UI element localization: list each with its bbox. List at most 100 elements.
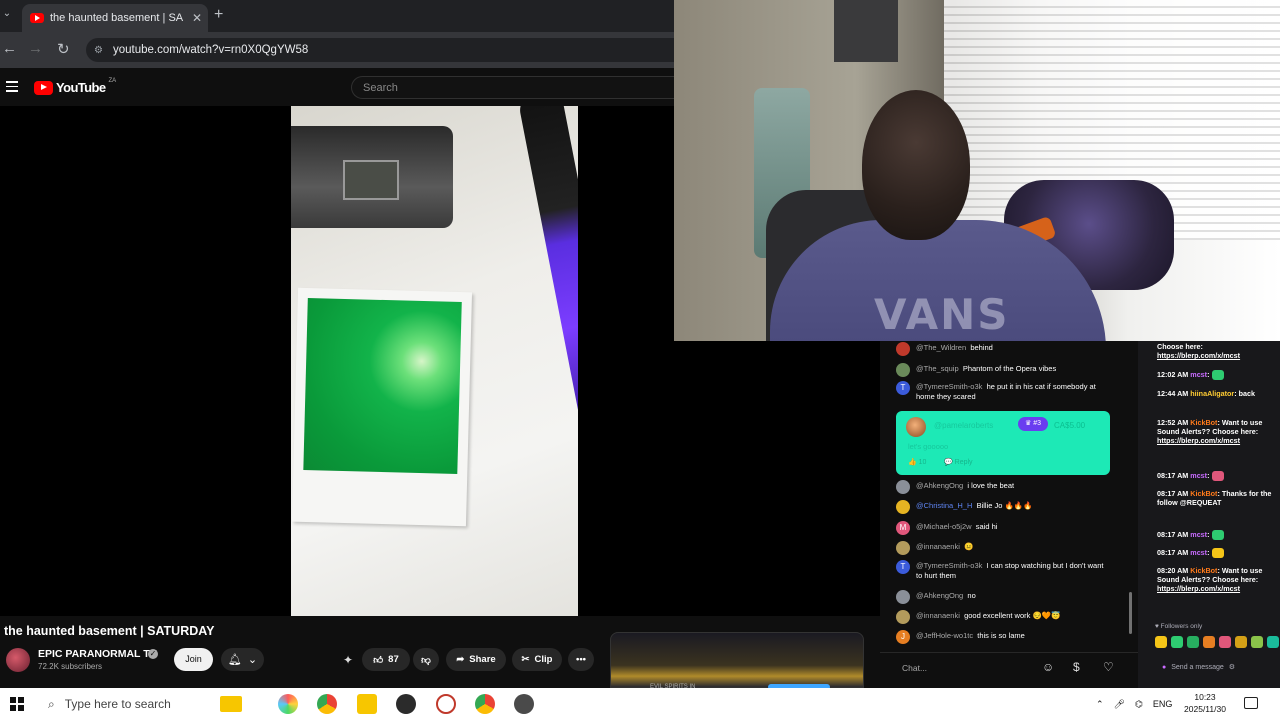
chat-author[interactable]: @innanaenki [916, 542, 960, 551]
chat-avatar[interactable]: T [896, 381, 910, 395]
chat-scrollbar[interactable] [1129, 592, 1132, 634]
chevron-up-icon[interactable]: ⌃ [1096, 699, 1104, 710]
stream-chat-input[interactable]: ● Send a message ⚙ [1162, 656, 1274, 678]
emote-icon [1212, 548, 1225, 559]
search-input[interactable]: Search [351, 76, 674, 99]
chat-author[interactable]: @AhkengOng [916, 481, 963, 490]
chrome-icon[interactable] [317, 694, 337, 714]
chat-avatar[interactable] [896, 500, 910, 514]
site-info-icon[interactable]: ⚙ [94, 45, 103, 56]
copilot-icon[interactable] [278, 694, 298, 714]
emoji-icon[interactable]: ☺ [1042, 660, 1054, 674]
app-icon[interactable] [436, 694, 456, 714]
youtube-logo[interactable]: YouTube ZA [34, 78, 116, 95]
chat-author[interactable]: @The_Wildren [916, 343, 966, 352]
notifications-button[interactable]: 🔔︎ ⌄ [221, 648, 264, 671]
suggested-video-thumbnail[interactable] [610, 632, 864, 688]
channel-avatar[interactable] [6, 648, 30, 672]
chat-message[interactable]: M @Michael-o5j2w said hi [896, 521, 1111, 535]
like-button[interactable]: 👍︎ 87 [362, 648, 410, 671]
app-icon-2[interactable] [514, 694, 534, 714]
chrome-active-icon[interactable] [475, 694, 495, 714]
dislike-button[interactable]: 👎︎ [413, 648, 439, 671]
youtube-favicon-icon [30, 13, 44, 23]
chat-message[interactable]: @AhkengOng i love the beat [896, 480, 1111, 494]
settings-icon[interactable]: ⚙ [1229, 663, 1235, 671]
super-chat-reply[interactable]: 💬 Reply [944, 458, 973, 466]
stream-username[interactable]: mcst [1190, 530, 1207, 539]
video-frame[interactable] [291, 106, 578, 616]
stream-username[interactable]: KickBot [1190, 418, 1217, 427]
chat-author[interactable]: @TymereSmith-o3k [916, 382, 982, 391]
chat-message[interactable]: @innanaenki good excellent work 😔🧡😇 [896, 610, 1111, 624]
chat-author[interactable]: @innanaenki [916, 611, 960, 620]
super-chat-icon[interactable]: $ [1073, 660, 1080, 674]
super-chat-card[interactable]: @pamelaroberts ♛ #3 CA$5.00 let's gooooo… [896, 411, 1110, 475]
chat-message[interactable]: @The_squip Phantom of the Opera vibes [896, 363, 1111, 377]
chat-author[interactable]: @Christina_H_H [916, 501, 972, 510]
chat-avatar[interactable]: J [896, 630, 910, 644]
file-explorer-icon[interactable] [357, 694, 377, 714]
blerp-link[interactable]: https://blerp.com/x/mcst [1157, 351, 1240, 360]
chat-avatar[interactable] [896, 480, 910, 494]
obs-icon[interactable] [396, 694, 416, 714]
hamburger-menu-icon[interactable] [6, 81, 18, 92]
new-tab-button[interactable]: + [214, 6, 223, 24]
chat-message[interactable]: J @JeffHole-wo1tc this is so lame [896, 630, 1111, 644]
channel-name[interactable]: EPIC PARANORMAL TV [38, 648, 157, 660]
stream-username[interactable]: KickBot [1190, 489, 1217, 498]
taskbar-search[interactable]: ⌕ Type here to search [48, 688, 308, 720]
chat-author[interactable]: @AhkengOng [916, 591, 963, 600]
chat-message[interactable]: @The_Wildren behind [896, 342, 1111, 356]
chat-author[interactable]: @JeffHole-wo1tc [916, 631, 973, 640]
stream-username[interactable]: hiinaAligator [1190, 389, 1234, 398]
stream-username[interactable]: mcst [1190, 471, 1207, 480]
back-button[interactable]: ← [2, 40, 17, 57]
ghost-icon[interactable]: ✦ [343, 653, 353, 667]
heart-icon[interactable]: ♡ [1103, 660, 1114, 674]
notifications-icon[interactable] [1244, 697, 1258, 709]
blerp-link[interactable]: https://blerp.com/x/mcst [1157, 436, 1240, 445]
stream-username[interactable]: mcst [1190, 370, 1207, 379]
chat-message[interactable]: @AhkengOng no [896, 590, 1111, 604]
clip-button[interactable]: ✂ Clip [512, 648, 562, 671]
windows-start-icon[interactable] [10, 697, 24, 711]
chat-message[interactable]: @innanaenki 😐 [896, 541, 1111, 555]
stream-username[interactable]: mcst [1190, 548, 1207, 557]
chat-avatar[interactable] [896, 541, 910, 555]
system-tray: ⌃ 🎤︎ ⌬ ENG [1096, 688, 1172, 720]
chat-avatar[interactable] [896, 342, 910, 356]
chat-author[interactable]: @TymereSmith-o3k [916, 561, 982, 570]
microphone-icon[interactable]: 🎤︎ [1114, 699, 1125, 710]
more-actions-button[interactable]: ••• [568, 648, 594, 671]
chat-avatar[interactable]: T [896, 560, 910, 574]
chat-avatar[interactable] [896, 363, 910, 377]
chat-avatar[interactable] [896, 590, 910, 604]
share-button[interactable]: ➦ Share [446, 648, 506, 671]
sparkle-icon[interactable] [220, 696, 242, 712]
stream-chat-line: 12:52 AM KickBot: Want to use Sound Aler… [1157, 418, 1275, 445]
emote-bar[interactable] [1155, 636, 1279, 648]
stream-chat-line: 12:02 AM mcst: [1157, 370, 1275, 381]
forward-button[interactable]: → [28, 40, 43, 57]
chat-avatar[interactable] [896, 610, 910, 624]
network-icon[interactable]: ⌬ [1135, 699, 1143, 710]
chat-message[interactable]: T @TymereSmith-o3k he put it in his cat i… [896, 381, 1111, 402]
stream-username[interactable]: KickBot [1190, 566, 1217, 575]
chat-author[interactable]: @Michael-o5j2w [916, 522, 972, 531]
super-chat-likes[interactable]: 👍 10 [908, 458, 926, 466]
clock[interactable]: 10:23 2025/11/30 [1180, 691, 1230, 715]
reload-button[interactable]: ↻ [57, 40, 70, 58]
chat-avatar[interactable]: M [896, 521, 910, 535]
join-button[interactable]: Join [174, 648, 213, 671]
tab-search-button[interactable]: ⌄ [0, 8, 14, 19]
language-indicator[interactable]: ENG [1153, 699, 1173, 709]
browser-tab[interactable]: the haunted basement | SA ✕ [22, 4, 208, 32]
chat-author[interactable]: @The_squip [916, 364, 959, 373]
blerp-link[interactable]: https://blerp.com/x/mcst [1157, 584, 1240, 593]
close-tab-icon[interactable]: ✕ [192, 11, 202, 25]
chat-input[interactable]: Chat... [896, 658, 1038, 678]
chat-message[interactable]: @Christina_H_H Billie Jo 🔥🔥🔥 [896, 500, 1111, 514]
chat-message[interactable]: T @TymereSmith-o3k I can stop watching bu… [896, 560, 1111, 581]
address-bar[interactable]: ⚙ youtube.com/watch?v=rn0X0QgYW58 [86, 38, 674, 62]
